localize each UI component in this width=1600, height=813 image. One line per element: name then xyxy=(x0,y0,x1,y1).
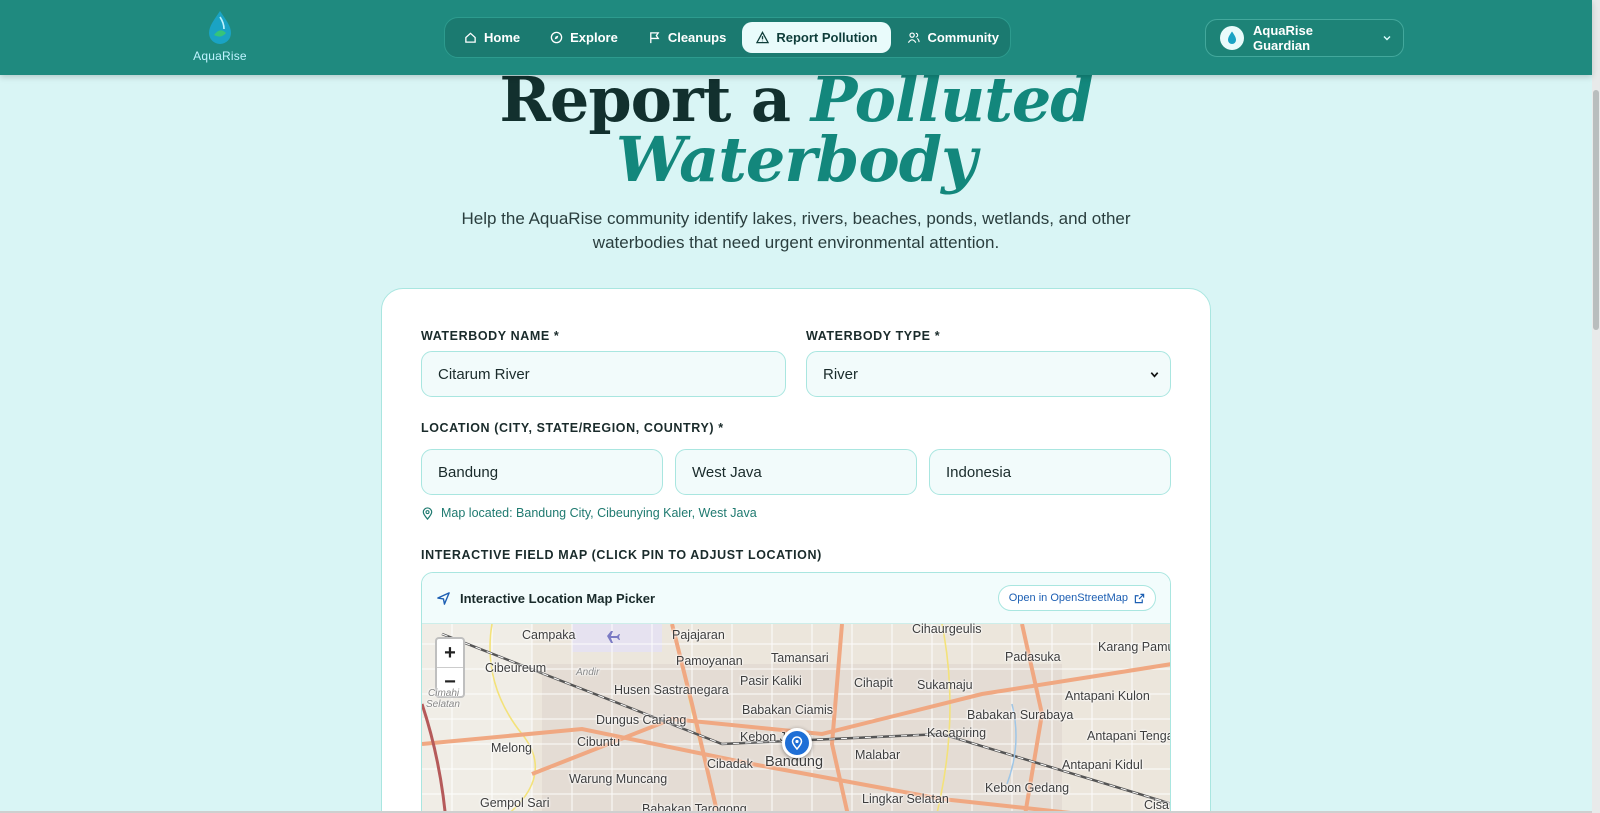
nav-report-pollution[interactable]: Report Pollution xyxy=(742,22,892,53)
nav-report-pollution-label: Report Pollution xyxy=(776,30,878,45)
map-label: Warung Muncang xyxy=(569,772,668,786)
user-name: AquaRise Guardian xyxy=(1253,23,1313,53)
water-drop-avatar-icon xyxy=(1228,31,1236,44)
map-label: Cimahi xyxy=(428,688,460,699)
main-nav: Home Explore Cleanups Report Pollution C… xyxy=(444,17,1011,58)
map-label: Antapani Kidul xyxy=(1062,758,1143,772)
map-located-text: Map located: Bandung City, Cibeunying Ka… xyxy=(441,506,757,520)
map-label: Padasuka xyxy=(1005,650,1061,664)
map-label: Kacapiring xyxy=(927,726,987,740)
water-drop-logo-icon xyxy=(209,11,231,44)
nav-community-label: Community xyxy=(927,30,999,45)
map-label: Dungus Cariang xyxy=(596,713,687,727)
location-label: Location (City, State/Region, Country) * xyxy=(421,421,724,435)
waterbody-name-input[interactable] xyxy=(421,351,786,397)
map-label: Andir xyxy=(576,667,600,678)
location-pin-marker[interactable] xyxy=(782,728,812,758)
map-label: Babakan Surabaya xyxy=(967,708,1074,722)
map-section-label: Interactive Field Map (Click Pin to Adju… xyxy=(421,548,822,562)
waterbody-type-select[interactable]: River xyxy=(806,351,1171,397)
map-label: Cihapit xyxy=(854,676,893,690)
map-picker-panel: Interactive Location Map Picker Open in … xyxy=(421,572,1171,813)
open-openstreetmap-button[interactable]: Open in OpenStreetMap xyxy=(997,585,1156,611)
avatar xyxy=(1220,26,1244,50)
map-located-note: Map located: Bandung City, Cibeunying Ka… xyxy=(421,506,757,520)
waterbody-type-value: River xyxy=(823,365,859,383)
user-menu-button[interactable]: AquaRise Guardian xyxy=(1205,19,1404,57)
scrollbar-thumb[interactable] xyxy=(1593,90,1599,330)
map-label: Campaka xyxy=(522,628,576,642)
map-label: Babakan Ciamis xyxy=(742,703,834,717)
map-label: Tamansari xyxy=(771,651,829,665)
external-link-icon xyxy=(1134,593,1145,603)
map-picker-title: Interactive Location Map Picker xyxy=(460,590,656,606)
nav-explore[interactable]: Explore xyxy=(536,22,632,53)
map-label: Gempol Sari xyxy=(480,796,550,810)
flag-icon xyxy=(649,32,660,44)
brand-name: AquaRise xyxy=(193,49,247,63)
map-label: Cibuntu xyxy=(577,735,621,749)
nav-home[interactable]: Home xyxy=(450,22,534,53)
warning-icon xyxy=(756,31,770,44)
navigation-arrow-icon xyxy=(437,591,450,605)
waterbody-type-label: Waterbody Type * xyxy=(806,329,941,343)
map-label: Karang Pamu xyxy=(1098,640,1171,654)
map-label: Pajajaran xyxy=(672,628,725,642)
map-label: Cibeureum xyxy=(485,661,547,675)
page-title-accent-2: Waterbody xyxy=(615,123,977,196)
page-title-line-2: Waterbody xyxy=(0,129,1592,191)
aquarise-logo[interactable]: AquaRise xyxy=(188,8,252,64)
nav-explore-label: Explore xyxy=(570,30,618,45)
map-label: Husen Sastranegara xyxy=(614,683,729,697)
waterbody-name-label: Waterbody Name * xyxy=(421,329,560,343)
chevron-down-icon xyxy=(1383,36,1391,41)
map-label: Cisar xyxy=(1144,798,1171,812)
nav-home-label: Home xyxy=(484,30,521,45)
map-label: Antapani Kulon xyxy=(1065,689,1150,703)
map-picker-header: Interactive Location Map Picker Open in … xyxy=(422,573,1170,624)
region-input[interactable] xyxy=(675,449,917,495)
compass-icon xyxy=(550,31,563,44)
page-title: Report a Polluted xyxy=(0,69,1592,131)
osm-map[interactable]: + − Pajajaran Cihaurgeulis Campaka Karan… xyxy=(422,622,1171,813)
nav-cleanups[interactable]: Cleanups xyxy=(634,22,741,53)
map-label: Cibadak xyxy=(707,757,753,771)
nav-cleanups-label: Cleanups xyxy=(667,30,727,45)
top-navigation-bar: AquaRise Home Explore Cleanups Report Po… xyxy=(0,0,1592,75)
city-input[interactable] xyxy=(421,449,663,495)
map-label: Malabar xyxy=(855,748,901,762)
zoom-in-button[interactable]: + xyxy=(437,639,463,668)
map-label: Cihaurgeulis xyxy=(912,622,982,636)
nav-community[interactable]: Community xyxy=(893,22,1013,53)
map-label: Lingkar Selatan xyxy=(862,792,949,806)
map-pin-icon xyxy=(791,736,803,750)
map-label: Selatan xyxy=(426,699,460,710)
map-pin-icon xyxy=(422,506,433,520)
users-icon xyxy=(908,32,921,43)
map-label: Melong xyxy=(491,741,532,755)
map-label: Antapani Tengah xyxy=(1087,729,1170,743)
home-icon xyxy=(465,32,476,43)
country-input[interactable] xyxy=(929,449,1171,495)
page-subtitle: Help the AquaRise community identify lak… xyxy=(461,209,1131,252)
map-label: Pasir Kaliki xyxy=(740,674,802,688)
map-label: Pamoyanan xyxy=(676,654,743,668)
chevron-down-icon xyxy=(1150,372,1159,378)
map-label: Kebon Gedang xyxy=(985,781,1070,795)
map-label: Sukamaju xyxy=(917,678,973,692)
open-openstreetmap-label: Open in OpenStreetMap xyxy=(1008,592,1128,604)
